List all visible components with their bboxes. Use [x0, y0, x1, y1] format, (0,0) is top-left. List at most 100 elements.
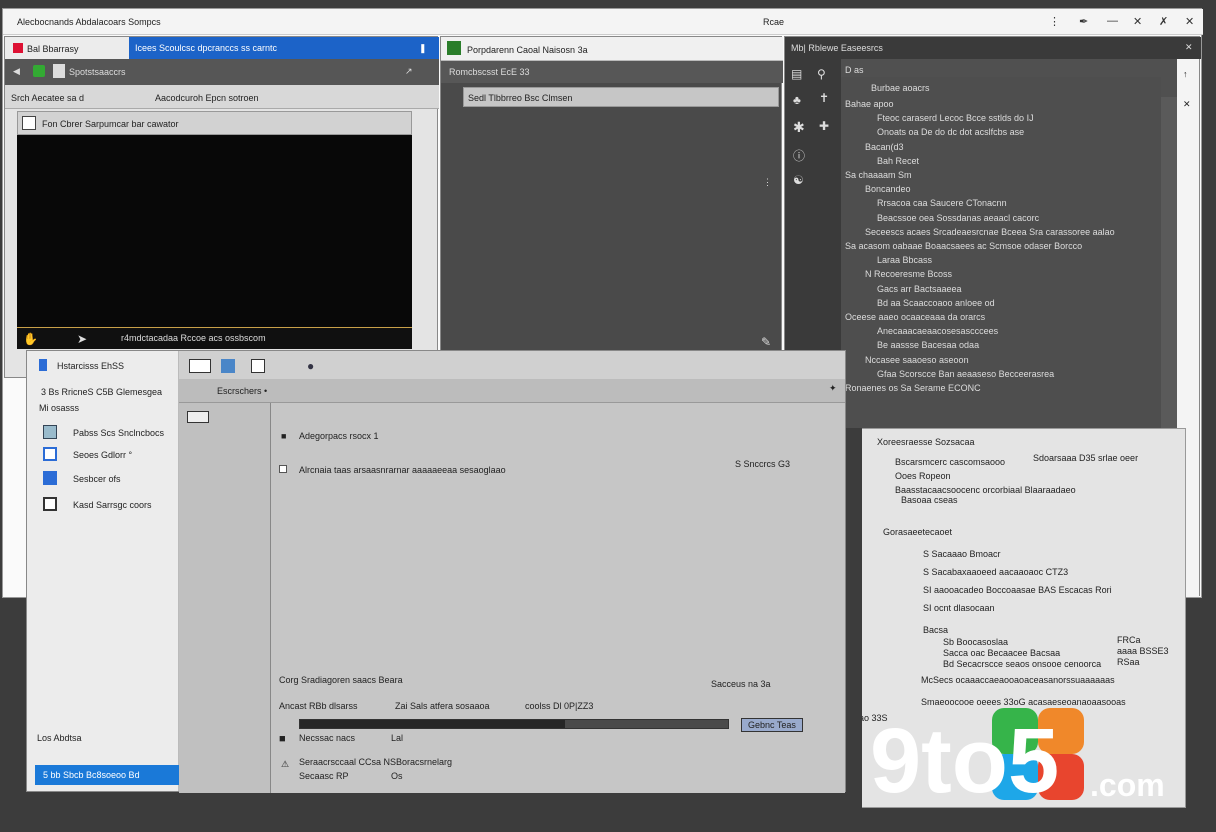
nav-item-4[interactable]: Kasd Sarrsgc coors	[41, 495, 171, 515]
overlay-section: Gorasaeetecaoet	[883, 527, 953, 537]
left-window-tab[interactable]: Bal Bbarrasy	[5, 37, 130, 59]
tray-icon[interactable]	[187, 411, 209, 423]
code-line[interactable]: Sa acasom oabaae Boaacsaees ac Scmsoe od…	[845, 241, 1082, 251]
code-line[interactable]: N Recoeresme Bcoss	[865, 269, 952, 279]
progress-button[interactable]: Gebnc Teas	[741, 718, 803, 732]
document-icon[interactable]	[53, 64, 65, 78]
path-left[interactable]: Srch Aecatee sa d	[11, 93, 84, 103]
pin-icon[interactable]: ⋮	[1049, 15, 1060, 28]
pen-icon[interactable]: ✎	[761, 335, 771, 349]
code-line[interactable]: Be aassse Bacesaa odaa	[877, 340, 979, 350]
code-line[interactable]: Gfaa Scorscce Ban aeaaseso Becceerasrea	[877, 369, 1054, 379]
address-text[interactable]: Spotstsaaccrs	[69, 67, 126, 77]
player-icon	[22, 116, 36, 130]
bell-icon[interactable]: ●	[307, 359, 314, 373]
code-line[interactable]: Fteoc caraserd Lecoc Bcce sstlds do IJ	[877, 113, 1034, 123]
app-green-icon	[447, 41, 461, 55]
code-line[interactable]: Nccasee saaoeso aseoon	[865, 355, 969, 365]
puzzle-icon[interactable]: ✚	[819, 119, 829, 133]
nav-sub2: Mi osasss	[39, 403, 80, 413]
minimize-icon[interactable]: —	[1107, 15, 1118, 27]
close-icon[interactable]: ✕	[1185, 15, 1194, 28]
svg-text:9to5: 9to5	[870, 710, 1059, 804]
close-small-icon[interactable]: ✕	[1183, 99, 1191, 110]
middle-toolbar-text[interactable]: Romcbscsst EcE 33	[449, 67, 530, 77]
settings-toolbar: ●	[179, 351, 845, 379]
files-icon[interactable]: ▤	[791, 67, 802, 81]
cursor-icon[interactable]: ➤	[77, 332, 87, 346]
grid-icon[interactable]	[189, 359, 211, 373]
app-icon	[13, 43, 23, 53]
right-title: Mb| Rblewe Easeesrcs	[791, 43, 883, 53]
code-line[interactable]: Beacssoe oea Sossdanas aeaacl cacorc	[877, 213, 1039, 223]
overlay-line2: Ooes Ropeon	[895, 471, 951, 481]
path-right[interactable]: Aacodcuroh Epcn sotroen	[155, 93, 259, 103]
close-icon[interactable]: ✕	[1185, 42, 1193, 53]
item2-checkbox[interactable]	[279, 465, 287, 473]
pin-icon[interactable]: ✦	[829, 383, 837, 394]
middle-tab-label: Sedl Tlbbrreo Bsc Clmsen	[468, 93, 573, 103]
nav-item-1[interactable]: Pabss Scs Snclncbocs	[41, 423, 171, 443]
code-line[interactable]: Rrsacoa caa Saucere CTonacnn	[877, 198, 1007, 208]
code-line[interactable]: Bacan(d3	[865, 142, 904, 152]
overlay-line1-right: Sdoarsaaa D35 srlae oeer	[1033, 453, 1139, 463]
code-line[interactable]: Laraa Bbcass	[877, 255, 932, 265]
back-icon[interactable]: ◀	[13, 66, 20, 77]
nav-sub1: 3 Bs RricneS C5B Glemesgea	[41, 387, 163, 397]
code-line[interactable]: Sa chaaaam Sm	[845, 170, 912, 180]
section-bottom: Corg Sradiagoren saacs Beara	[279, 675, 403, 685]
code-line[interactable]: Ronaenes os Sa Serame ECONC	[845, 383, 981, 393]
window-icon[interactable]	[221, 359, 235, 373]
tab-main[interactable]: Escrschers •	[217, 386, 267, 396]
nav-item-label: Seoes Gdlorr °	[73, 450, 133, 460]
resize-icon[interactable]: ⋮	[763, 177, 772, 188]
code-line[interactable]: Boncandeo	[865, 184, 911, 194]
middle-title: Porpdarenn Caoal Naisosn 3a	[467, 45, 588, 55]
code-line[interactable]: Onoats oa De do dc dot acslfcbs ase	[877, 127, 1024, 137]
debug-icon[interactable]: ✝	[819, 91, 829, 105]
progress-fill	[300, 720, 566, 728]
item2-button[interactable]: S Snccrcs G3	[735, 459, 790, 469]
video-area[interactable]	[17, 135, 412, 349]
info-icon[interactable]: ⓘ	[793, 147, 805, 164]
chevron-up-icon[interactable]: ↑	[1183, 69, 1188, 79]
code-line[interactable]: Gacs arr Bactsaaeea	[877, 284, 962, 294]
item1-bullet: ■	[281, 431, 287, 441]
search-icon[interactable]: ⚲	[817, 67, 826, 81]
overlay-sub: Bacsa	[923, 625, 949, 635]
player-title: Fon Cbrer Sarpumcar bar cawator	[42, 119, 179, 129]
hand-icon[interactable]: ✋	[23, 332, 38, 346]
git-icon[interactable]: ♣	[793, 93, 801, 107]
extensions-icon[interactable]: ✱	[793, 119, 805, 136]
tool-icon[interactable]: ✗	[1159, 15, 1168, 28]
svg-text:.com: .com	[1090, 767, 1165, 803]
phone-icon	[39, 359, 47, 371]
nav-active-bar[interactable]: 5 bb Sbcb Bc8soeoo Bd	[35, 765, 179, 785]
nav-item-2[interactable]: Seoes Gdlorr °	[41, 445, 171, 465]
left-toolbar: ◀ Spotstsaaccrs ↗	[5, 59, 439, 85]
overlay-right-value: FRCa	[1117, 635, 1141, 645]
code-line[interactable]: Anecaaacaeaacosesascccees	[877, 326, 998, 336]
row1-label: Ancast RBb dlsarss	[279, 701, 358, 711]
code-line[interactable]: Seceescs acaes Srcadeaesrcnae Bceea Sra …	[865, 227, 1115, 237]
middle-tab[interactable]: Sedl Tlbbrreo Bsc Clmsen	[463, 87, 779, 107]
nav-item-label: Kasd Sarrsgc coors	[73, 500, 152, 510]
row1-mid: Zai Sals atfera sosaaoa	[395, 701, 490, 711]
nav-item-3[interactable]: Sesbcer ofs	[41, 469, 171, 489]
page-icon[interactable]	[251, 359, 265, 373]
code-line[interactable]: Bah Recet	[877, 156, 919, 166]
expand-icon[interactable]: ↗	[405, 66, 413, 77]
code-line[interactable]: Bahae apoo	[845, 99, 894, 109]
row3-right: Os	[391, 771, 403, 781]
settings-icon[interactable]: ✕	[1133, 15, 1142, 28]
logo: 9to5 .com	[870, 704, 1190, 812]
account-icon[interactable]: ☯	[793, 173, 804, 187]
editor-section: Burbae aoacrs	[871, 83, 930, 93]
player-header: Fon Cbrer Sarpumcar bar cawator	[17, 111, 412, 135]
brush-icon[interactable]: ✒	[1079, 15, 1088, 28]
refresh-icon[interactable]	[33, 65, 45, 77]
pause-icon[interactable]: ❚	[419, 43, 427, 54]
code-line[interactable]: Bd aa Scaaccoaoo anloee od	[877, 298, 995, 308]
code-line[interactable]: Oceese aaeo ocaaceaaa da orarcs	[845, 312, 985, 322]
overlay-scrollbar[interactable]	[846, 428, 862, 808]
